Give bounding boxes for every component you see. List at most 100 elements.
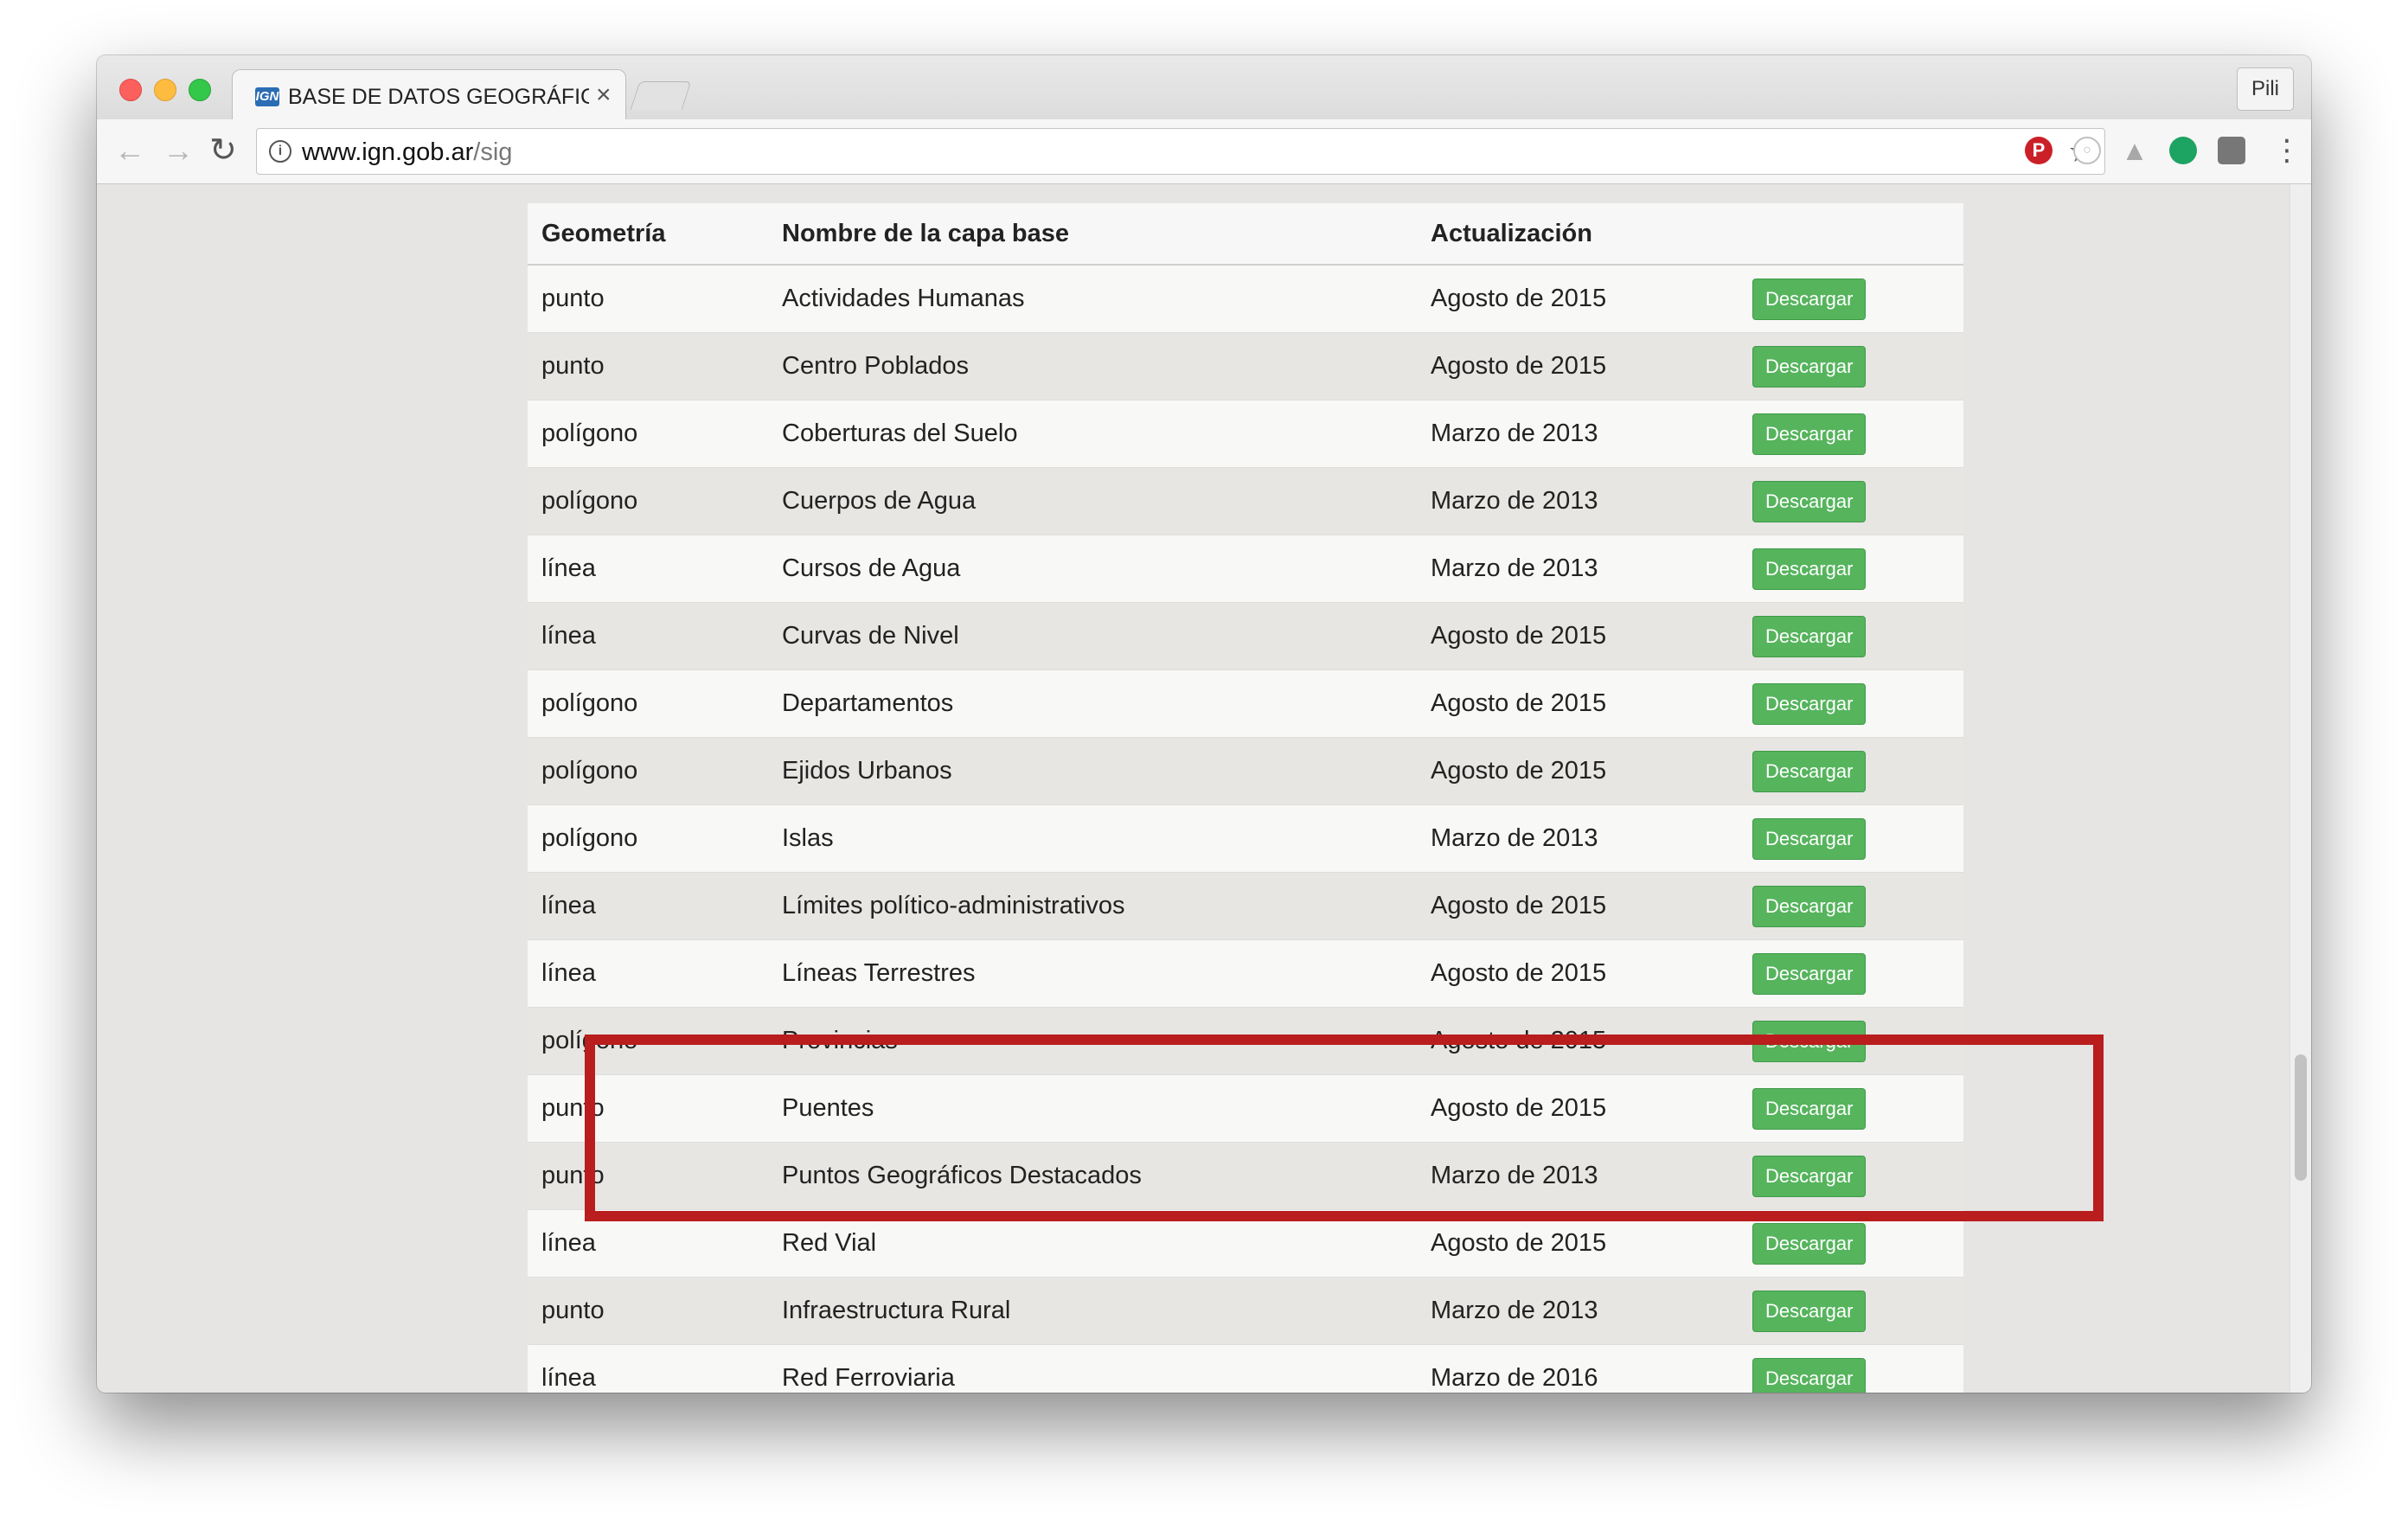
download-button[interactable]: Descargar — [1752, 682, 1867, 725]
cell-action: Descargar — [1739, 1142, 1963, 1210]
cell-action: Descargar — [1739, 535, 1963, 603]
table-row: polígono Islas Marzo de 2013 Descargar — [528, 804, 1963, 873]
cell-layer-name: Cuerpos de Agua — [768, 467, 1417, 535]
download-button[interactable]: Descargar — [1752, 1357, 1867, 1393]
download-button[interactable]: Descargar — [1752, 615, 1867, 657]
download-button[interactable]: Descargar — [1752, 1290, 1867, 1332]
cell-updated: Agosto de 2015 — [1417, 332, 1739, 400]
download-button[interactable]: Descargar — [1752, 1222, 1867, 1265]
cell-action: Descargar — [1739, 872, 1963, 940]
table-header-row: Geometría Nombre de la capa base Actuali… — [528, 203, 1963, 266]
table-row: línea Líneas Terrestres Agosto de 2015 Desc… — [528, 939, 1963, 1008]
close-window-button[interactable] — [119, 79, 142, 101]
cell-geometry: polígono — [528, 737, 768, 805]
download-button[interactable]: Descargar — [1752, 1087, 1867, 1130]
download-button[interactable]: Descargar — [1752, 345, 1867, 388]
table-row-highlighted: punto Puentes Agosto de 2015 Descargar — [528, 1074, 1963, 1143]
table-row: línea Cursos de Agua Marzo de 2013 Descarga… — [528, 535, 1963, 603]
tab-close-icon[interactable]: × — [596, 82, 612, 108]
cell-action: Descargar — [1739, 737, 1963, 805]
cell-updated: Agosto de 2015 — [1417, 1209, 1739, 1278]
download-button[interactable]: Descargar — [1752, 1020, 1867, 1062]
cell-updated: Marzo de 2013 — [1417, 400, 1739, 468]
layers-table: Geometría Nombre de la capa base Actuali… — [528, 203, 1963, 1393]
cell-geometry: punto — [528, 1074, 768, 1143]
download-button[interactable]: Descargar — [1752, 548, 1867, 590]
info-icon[interactable]: i — [269, 140, 291, 163]
cell-geometry: línea — [528, 1209, 768, 1278]
cell-layer-name: Actividades Humanas — [768, 264, 1417, 333]
download-button[interactable]: Descargar — [1752, 817, 1867, 860]
cell-action: Descargar — [1739, 602, 1963, 670]
page-content: Geometría Nombre de la capa base Actuali… — [97, 184, 2311, 1393]
reload-icon[interactable]: ↻ — [209, 133, 237, 168]
cell-layer-name: Curvas de Nivel — [768, 602, 1417, 670]
cell-updated: Marzo de 2016 — [1417, 1344, 1739, 1393]
table-row: línea Curvas de Nivel Agosto de 2015 Descar… — [528, 602, 1963, 670]
cell-updated: Agosto de 2015 — [1417, 1074, 1739, 1143]
table-row: punto Actividades Humanas Agosto de 2015 De… — [528, 264, 1963, 333]
cell-layer-name: Puntos Geográficos Destacados — [768, 1142, 1417, 1210]
table-row-highlighted: polígono Provincias Agosto de 2015 Descarga… — [528, 1007, 1963, 1075]
new-tab-button[interactable] — [630, 81, 692, 110]
address-bar[interactable]: i www.ign.gob.ar/sig ☆ — [256, 128, 2105, 175]
cell-action: Descargar — [1739, 264, 1963, 333]
cell-action: Descargar — [1739, 1344, 1963, 1393]
cell-action: Descargar — [1739, 400, 1963, 468]
download-button[interactable]: Descargar — [1752, 750, 1867, 792]
square-icon[interactable] — [2218, 137, 2245, 164]
browser-toolbar: ← → ↻ i www.ign.gob.ar/sig ☆ P ○ ▲ ⋮ — [97, 119, 2311, 184]
cell-geometry: punto — [528, 1277, 768, 1345]
cell-updated: Agosto de 2015 — [1417, 737, 1739, 805]
cell-layer-name: Red Vial — [768, 1209, 1417, 1278]
table-row: polígono Ejidos Urbanos Agosto de 2015 Desc… — [528, 737, 1963, 805]
cell-updated: Agosto de 2015 — [1417, 669, 1739, 738]
table-row: línea Red Vial Agosto de 2015 Descargar — [528, 1209, 1963, 1278]
download-button[interactable]: Descargar — [1752, 1155, 1867, 1197]
drive-icon[interactable]: ▲ — [2121, 137, 2149, 164]
browser-tab[interactable]: IGN BASE DE DATOS GEOGRÁFIC… × — [232, 69, 626, 122]
maximize-window-button[interactable] — [189, 79, 211, 101]
header-layer-name: Nombre de la capa base — [768, 203, 1417, 266]
table-row: línea Red Ferroviaria Marzo de 2016 Descarg… — [528, 1344, 1963, 1393]
download-button[interactable]: Descargar — [1752, 885, 1867, 927]
back-arrow-icon[interactable]: ← — [114, 133, 145, 168]
download-button[interactable]: Descargar — [1752, 278, 1867, 320]
download-button[interactable]: Descargar — [1752, 480, 1867, 522]
circle-icon[interactable]: ○ — [2073, 137, 2101, 164]
cell-action: Descargar — [1739, 804, 1963, 873]
table-row: polígono Cuerpos de Agua Marzo de 2013 Desc… — [528, 467, 1963, 535]
cell-layer-name: Provincias — [768, 1007, 1417, 1075]
cell-layer-name: Islas — [768, 804, 1417, 873]
cell-updated: Marzo de 2013 — [1417, 1142, 1739, 1210]
cell-layer-name: Departamentos — [768, 669, 1417, 738]
cell-geometry: punto — [528, 1142, 768, 1210]
profile-button[interactable]: Pili — [2237, 67, 2294, 111]
cell-geometry: polígono — [528, 804, 768, 873]
download-button[interactable]: Descargar — [1752, 952, 1867, 995]
cell-layer-name: Límites político-administrativos — [768, 872, 1417, 940]
minimize-window-button[interactable] — [154, 79, 176, 101]
cell-updated: Marzo de 2013 — [1417, 804, 1739, 873]
cell-geometry: línea — [528, 872, 768, 940]
download-button[interactable]: Descargar — [1752, 413, 1867, 455]
cell-action: Descargar — [1739, 467, 1963, 535]
cell-layer-name: Red Ferroviaria — [768, 1344, 1417, 1393]
cell-layer-name: Ejidos Urbanos — [768, 737, 1417, 805]
cell-geometry: polígono — [528, 400, 768, 468]
hangouts-icon[interactable] — [2169, 137, 2197, 164]
forward-arrow-icon[interactable]: → — [163, 133, 194, 168]
cell-updated: Marzo de 2013 — [1417, 467, 1739, 535]
pinterest-icon[interactable]: P — [2025, 137, 2053, 164]
cell-geometry: línea — [528, 939, 768, 1008]
title-bar: IGN BASE DE DATOS GEOGRÁFIC… × Pili — [97, 55, 2311, 122]
cell-action: Descargar — [1739, 1277, 1963, 1345]
scrollbar-thumb[interactable] — [2295, 1054, 2307, 1181]
vertical-scrollbar[interactable] — [2290, 184, 2311, 1393]
table-row: punto Infraestructura Rural Marzo de 2013 D… — [528, 1277, 1963, 1345]
cell-geometry: polígono — [528, 467, 768, 535]
url-text[interactable]: www.ign.gob.ar/sig — [302, 138, 512, 167]
menu-dots-icon[interactable]: ⋮ — [2272, 133, 2302, 168]
header-actions — [1739, 203, 1963, 266]
cell-geometry: punto — [528, 332, 768, 400]
